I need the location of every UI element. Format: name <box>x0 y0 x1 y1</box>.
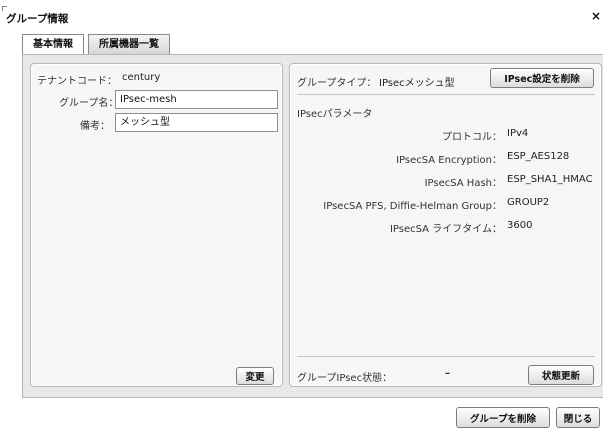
change-button[interactable]: 変更 <box>236 367 274 385</box>
close-icon[interactable]: × <box>591 9 601 23</box>
dialog-title-bar: グループ情報 × <box>0 0 603 30</box>
group-name-input[interactable]: IPsec-mesh <box>115 90 278 109</box>
close-button[interactable]: 閉じる <box>556 407 600 428</box>
tenant-code-label: テナントコード： <box>37 76 117 87</box>
param-protocol-label: プロトコル： <box>442 132 502 143</box>
param-encryption-label: IPsecSA Encryption： <box>396 155 502 166</box>
dialog-footer: グループを削除 閉じる <box>0 398 603 432</box>
tab-basic-info[interactable]: 基本情報 <box>22 34 84 54</box>
param-lifetime-label: IPsecSA ライフタイム： <box>389 224 502 235</box>
divider-top <box>297 94 595 95</box>
param-lifetime-value: 3600 <box>507 220 533 231</box>
tab-content-panel: テナントコード： century グループ名：＊ IPsec-mesh 備考： … <box>22 54 603 398</box>
ipsec-params-heading: IPsecパラメータ <box>297 109 373 120</box>
divider-bottom <box>297 356 595 357</box>
group-ipsec-status-label: グループIPsec状態： <box>297 373 393 384</box>
tab-bar: 基本情報 所属機器一覧 <box>22 34 170 54</box>
param-encryption-value: ESP_AES128 <box>507 151 570 162</box>
param-pfs-label: IPsecSA PFS, Diffie-Helman Group： <box>323 201 502 212</box>
note-label: 備考： <box>80 121 110 132</box>
tab-member-devices[interactable]: 所属機器一覧 <box>88 34 170 54</box>
group-name-label-text: グループ名： <box>59 98 119 109</box>
tenant-code-value: century <box>122 72 161 83</box>
delete-ipsec-settings-button[interactable]: IPsec設定を削除 <box>490 68 594 88</box>
group-type-label: グループタイプ： <box>297 78 377 89</box>
refresh-status-button[interactable]: 状態更新 <box>528 365 594 385</box>
dialog-title: グループ情報 <box>6 13 69 25</box>
param-hash-value: ESP_SHA1_HMAC <box>507 174 593 185</box>
group-info-dialog: グループ情報 × 基本情報 所属機器一覧 テナントコード： century グル… <box>0 0 603 432</box>
note-input[interactable]: メッシュ型 <box>115 113 278 132</box>
delete-group-button[interactable]: グループを削除 <box>456 407 550 428</box>
ipsec-info-box: グループタイプ： IPsecメッシュ型 IPsec設定を削除 IPsecパラメー… <box>289 63 602 387</box>
param-protocol-value: IPv4 <box>507 128 529 139</box>
basic-info-box: テナントコード： century グループ名：＊ IPsec-mesh 備考： … <box>30 63 283 387</box>
group-ipsec-status-value: – <box>445 368 450 379</box>
param-hash-label: IPsecSA Hash： <box>424 178 502 189</box>
group-type-value: IPsecメッシュ型 <box>379 78 455 89</box>
param-pfs-value: GROUP2 <box>507 197 550 208</box>
